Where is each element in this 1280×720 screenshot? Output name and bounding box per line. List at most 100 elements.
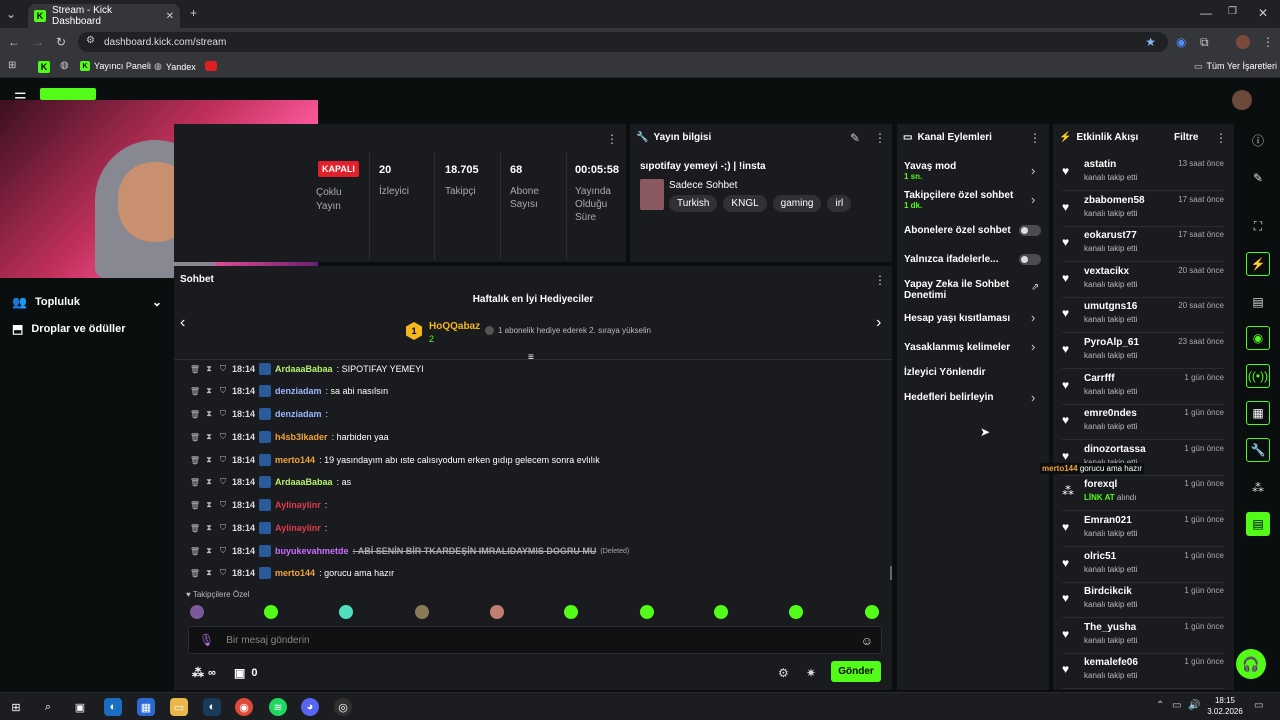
ban-icon[interactable]: ⛉ — [218, 546, 228, 556]
chevron-right-icon[interactable]: › — [1031, 192, 1035, 207]
ban-icon[interactable]: ⛉ — [218, 455, 228, 465]
emote-kick[interactable] — [264, 605, 278, 619]
scan-icon[interactable]: ⛶ — [1246, 214, 1270, 238]
activity-event[interactable]: ♥ emre0ndes kanalı takip etti 1 gün önce — [1062, 405, 1224, 441]
delete-icon[interactable]: 🗑 — [190, 386, 200, 396]
message-user[interactable]: merto144 — [275, 455, 315, 465]
message-user[interactable]: Aylinaylinr — [275, 523, 321, 533]
message-user[interactable]: merto144 — [275, 568, 315, 578]
apps-grid-icon[interactable]: ⊞ — [8, 60, 16, 71]
document-icon[interactable]: ▤ — [1246, 290, 1270, 314]
tag[interactable]: Turkish — [669, 195, 718, 212]
tag[interactable]: irl — [827, 195, 852, 212]
storage-icon[interactable]: ▦ — [1246, 401, 1270, 425]
activity-event[interactable]: ♥ The_yusha kanalı takip etti 1 gün önce — [1062, 619, 1224, 654]
store-app-icon[interactable]: ▦ — [137, 698, 155, 716]
bookmark-yandex[interactable]: ◍ Yandex — [154, 61, 196, 72]
delete-icon[interactable]: 🗑 — [190, 568, 200, 578]
forward-icon[interactable]: → — [32, 35, 44, 49]
search-icon[interactable]: ⌕ — [39, 698, 57, 716]
kick-logo[interactable] — [40, 88, 96, 100]
emote-face[interactable] — [490, 605, 504, 619]
delete-icon[interactable]: 🗑 — [190, 546, 200, 556]
chevron-right-icon[interactable]: › — [876, 314, 881, 332]
reload-icon[interactable]: ↻ — [56, 35, 66, 49]
profile-avatar[interactable] — [1236, 35, 1250, 49]
ban-icon[interactable]: ⛉ — [218, 500, 228, 510]
panel-menu-icon[interactable]: ⋮ — [606, 132, 618, 146]
file-explorer-icon[interactable]: ▭ — [170, 698, 188, 716]
close-tab-icon[interactable]: ✕ — [166, 11, 174, 22]
activity-event[interactable]: ♥ vextacikx kanalı takip etti 20 saat önce — [1062, 263, 1224, 298]
youtube-bookmark-icon[interactable] — [205, 61, 217, 71]
action-account-age[interactable]: Hesap yaşı kısıtlaması — [904, 313, 1010, 324]
lightning-tool-icon[interactable]: ⚡ — [1246, 252, 1270, 276]
tab-kick-dashboard[interactable]: K Stream - Kick Dashboard ✕ — [28, 4, 180, 28]
steam-icon[interactable]: ◐ — [104, 698, 122, 716]
network-icon[interactable]: ▭ — [1172, 700, 1181, 711]
maximize-icon[interactable]: ❐ — [1228, 6, 1237, 17]
extensions-puzzle-icon[interactable]: ⧉ — [1200, 35, 1209, 50]
emoji-icon[interactable]: ☺ — [861, 634, 873, 648]
address-bar[interactable]: ⚙ dashboard.kick.com/stream ★ — [78, 32, 1168, 52]
chevron-right-icon[interactable]: › — [1031, 163, 1035, 178]
ban-icon[interactable]: ⛉ — [218, 523, 228, 533]
ban-icon[interactable]: ⛉ — [218, 432, 228, 442]
channel-store[interactable]: ▣ 0 — [234, 666, 257, 680]
clock[interactable]: 18:15 3.02.2026 — [1206, 695, 1244, 717]
points-tool-icon[interactable]: ⁂ — [1246, 476, 1270, 500]
chevron-right-icon[interactable]: › — [1031, 390, 1035, 405]
windows-start-icon[interactable]: ⊞ — [7, 698, 25, 716]
timeout-icon[interactable]: ⧗ — [204, 409, 214, 419]
emote-smile[interactable] — [865, 605, 879, 619]
chat-bubble-icon[interactable]: ◉ — [1246, 326, 1270, 350]
emote-kick-2[interactable] — [714, 605, 728, 619]
activity-event[interactable]: ♥ kemalefe06 kanalı takip etti 1 gün önce — [1062, 654, 1224, 690]
timeout-icon[interactable]: ⧗ — [204, 432, 214, 442]
obs-icon[interactable]: ◎ — [334, 698, 352, 716]
timeout-icon[interactable]: ⧗ — [204, 477, 214, 487]
panel-menu-icon[interactable]: ⋮ — [1029, 131, 1041, 145]
activity-event[interactable]: ♥ eokarust77 kanalı takip etti 17 saat önce — [1062, 227, 1224, 263]
tag[interactable]: KNGL — [723, 195, 767, 212]
delete-icon[interactable]: 🗑 — [190, 455, 200, 465]
sidebar-item-droplar[interactable]: ⬒ Droplar ve ödüller — [12, 321, 162, 337]
delete-icon[interactable]: 🗑 — [190, 364, 200, 374]
message-user[interactable]: denziadam — [275, 386, 322, 396]
delete-icon[interactable]: 🗑 — [190, 500, 200, 510]
timeout-icon[interactable]: ⧗ — [204, 500, 214, 510]
kick-bookmark-icon[interactable]: K — [38, 61, 50, 73]
back-icon[interactable]: ← — [8, 35, 20, 49]
ban-icon[interactable]: ⛉ — [218, 568, 228, 578]
timeout-icon[interactable]: ⧗ — [204, 568, 214, 578]
activity-event[interactable]: ♥ umutgns16 kanalı takip etti 20 saat önce — [1062, 298, 1224, 334]
activity-event[interactable]: ♥ zbabomen58 kanalı takip etti 17 saat önce — [1062, 192, 1224, 227]
ban-icon[interactable]: ⛉ — [218, 364, 228, 374]
wrench-tool-icon[interactable]: 🔧 — [1246, 438, 1270, 462]
activity-event[interactable]: ♥ Carrfff kanalı takip etti 1 gün önce — [1062, 370, 1224, 405]
emote-box[interactable] — [640, 605, 654, 619]
minimize-icon[interactable]: — — [1200, 6, 1212, 20]
emote-cat[interactable] — [339, 605, 353, 619]
action-banned-words[interactable]: Yasaklanmış kelimeler — [904, 342, 1010, 353]
action-slow-mode[interactable]: Yavaş mod 1 sn. — [904, 161, 956, 181]
delete-icon[interactable]: 🗑 — [190, 409, 200, 419]
activity-event[interactable]: ♥ PyroAlp_61 kanalı takip etti 23 saat önce — [1062, 334, 1224, 369]
activity-event[interactable]: ♥ Birdcikcik kanalı takip etti 1 gün önce — [1062, 583, 1224, 619]
timeout-icon[interactable]: ⧗ — [204, 386, 214, 396]
message-user[interactable]: buyukevahmetde — [275, 546, 349, 556]
timeout-icon[interactable]: ⧗ — [204, 455, 214, 465]
emote-laptop[interactable] — [415, 605, 429, 619]
chrome-icon[interactable]: ◉ — [235, 698, 253, 716]
close-window-icon[interactable]: ✕ — [1258, 6, 1268, 20]
menu-kebab-icon[interactable]: ⋮ — [1262, 35, 1274, 49]
delete-icon[interactable]: 🗑 — [190, 523, 200, 533]
panel-menu-icon[interactable]: ⋮ — [874, 131, 886, 145]
action-raid[interactable]: İzleyici Yönlendir — [904, 367, 986, 378]
filter-button[interactable]: Filtre — [1174, 132, 1198, 143]
message-user[interactable]: ArdaaaBabaa — [275, 364, 333, 374]
tab-list-icon[interactable]: ⌄ — [6, 7, 16, 21]
moderation-gear-icon[interactable]: ✷ — [806, 666, 816, 680]
globe-bookmark-icon[interactable]: ◍ — [60, 60, 69, 71]
spotify-icon[interactable]: ≋ — [269, 698, 287, 716]
